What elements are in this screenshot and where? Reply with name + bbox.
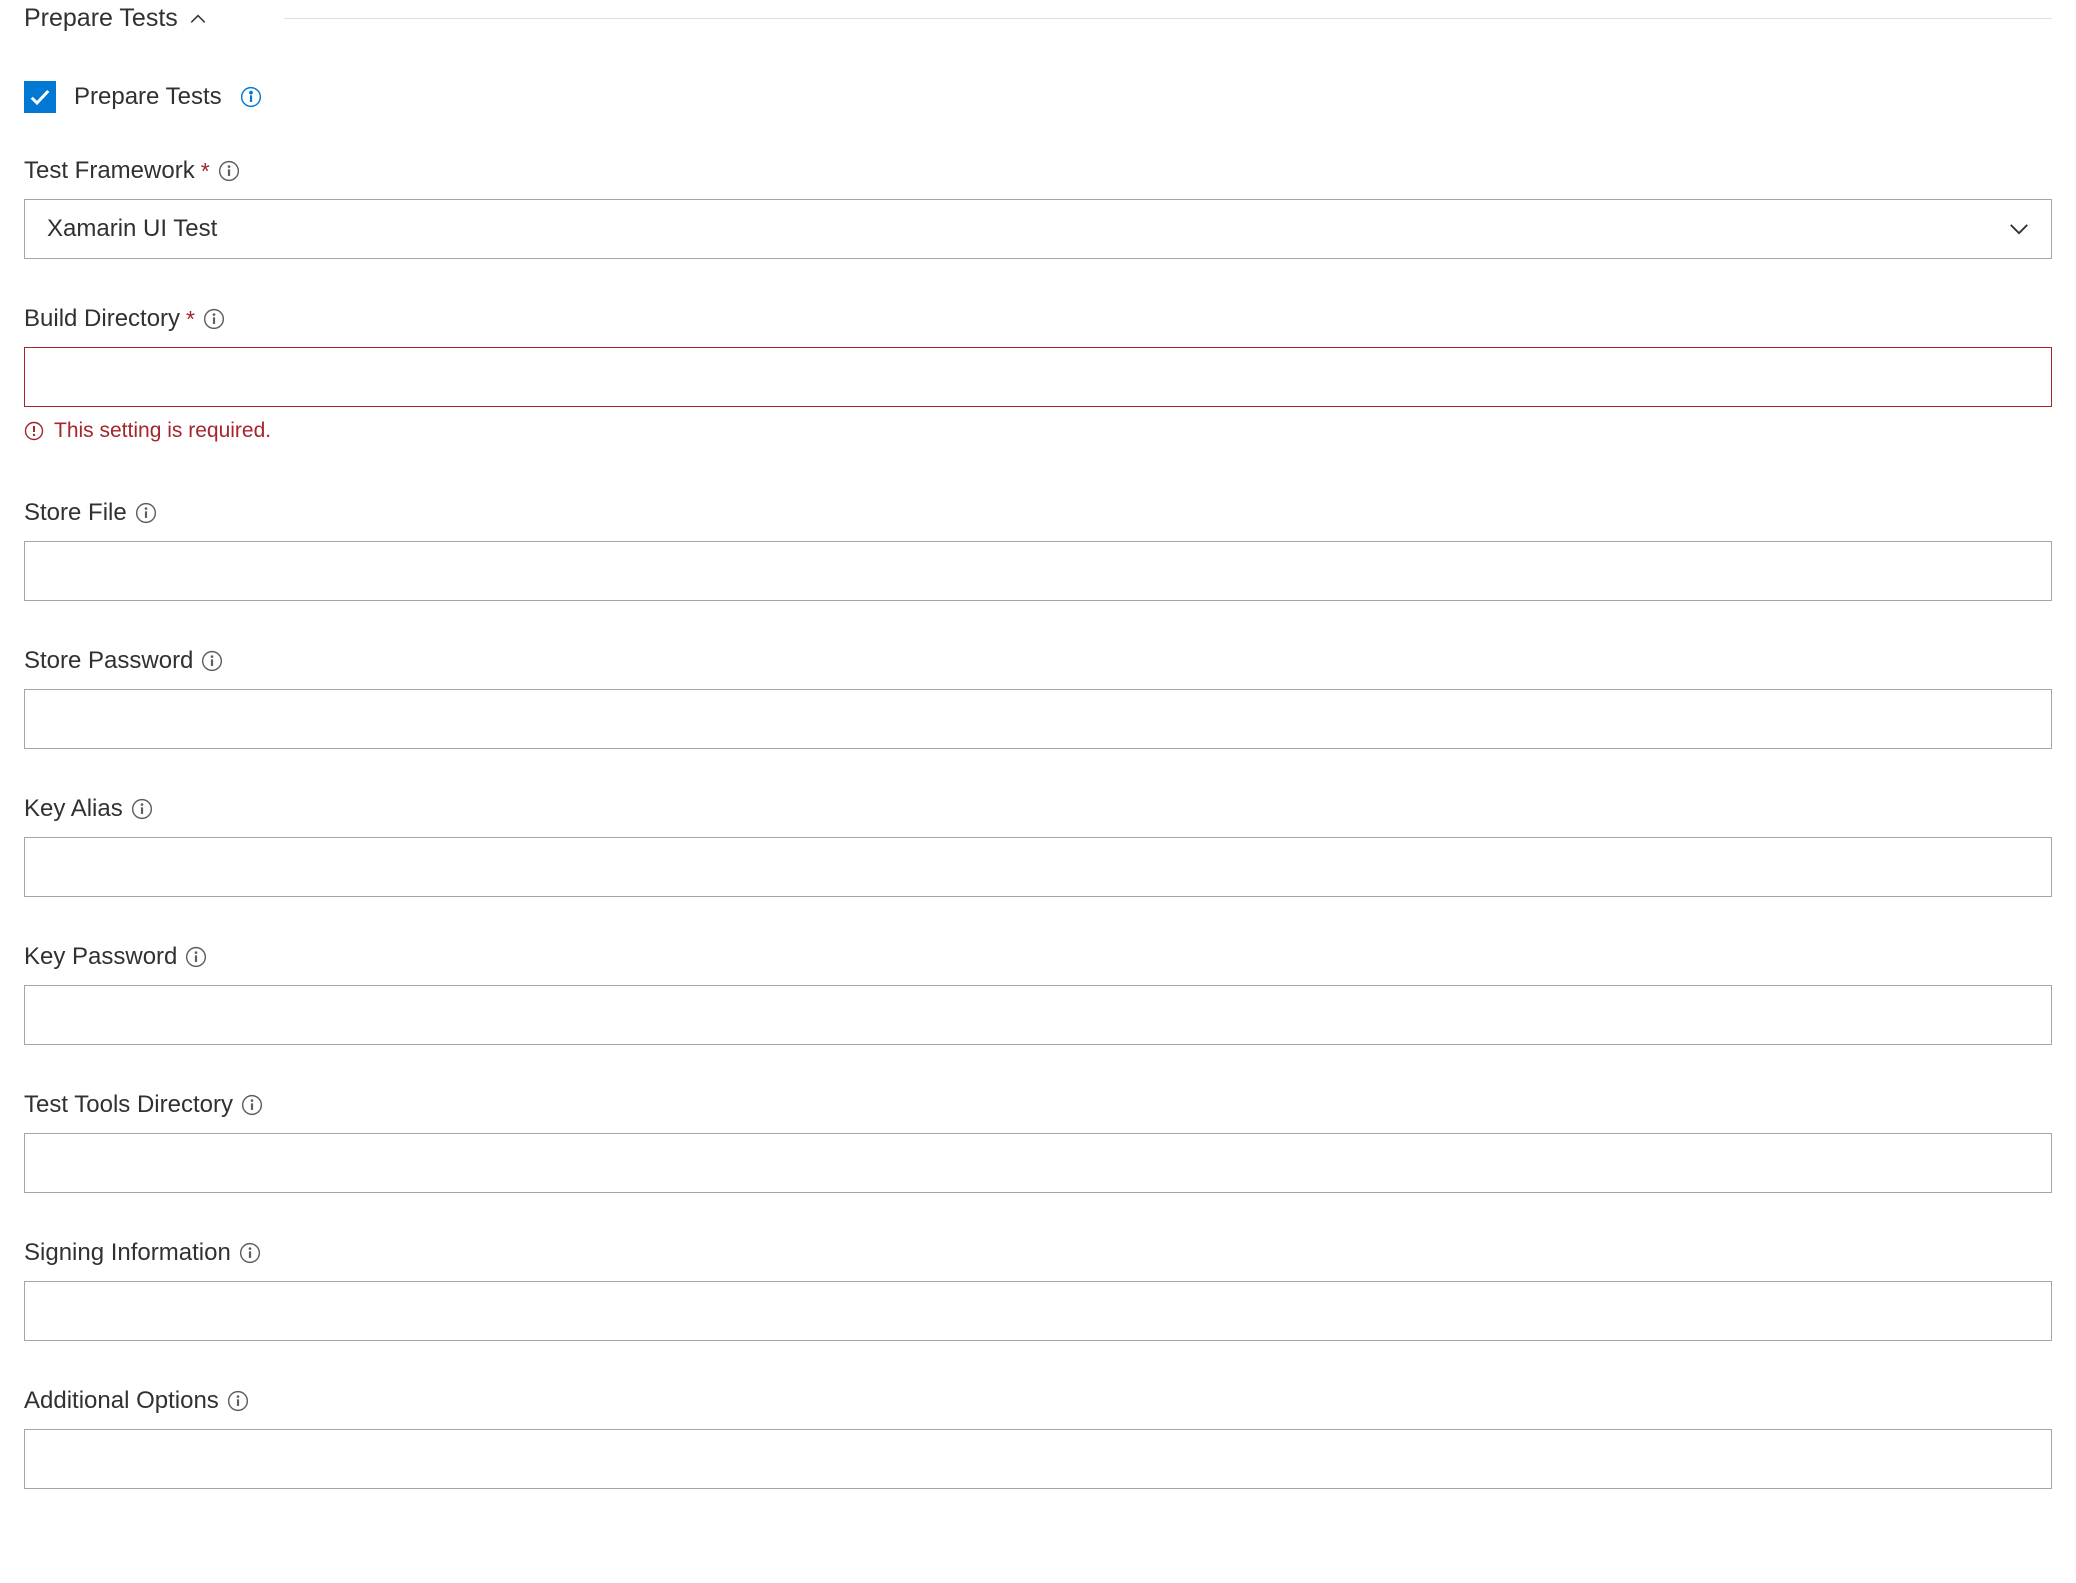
field-label-row: Test Framework * <box>24 157 2052 185</box>
key-password-input[interactable] <box>24 985 2052 1045</box>
signing-information-input[interactable] <box>24 1281 2052 1341</box>
build-directory-input[interactable] <box>24 347 2052 407</box>
required-marker: * <box>201 158 210 185</box>
info-icon[interactable] <box>227 1390 249 1412</box>
prepare-tests-checkbox[interactable] <box>24 81 56 113</box>
additional-options-label: Additional Options <box>24 1387 219 1415</box>
test-framework-label: Test Framework <box>24 157 195 185</box>
info-icon[interactable] <box>135 502 157 524</box>
test-tools-directory-input[interactable] <box>24 1133 2052 1193</box>
build-directory-field: Build Directory * This setting is requir… <box>24 305 2052 443</box>
info-icon[interactable] <box>201 650 223 672</box>
test-tools-directory-label: Test Tools Directory <box>24 1091 233 1119</box>
key-password-label: Key Password <box>24 943 177 971</box>
prepare-tests-checkbox-row: Prepare Tests <box>24 81 2052 113</box>
info-icon[interactable] <box>185 946 207 968</box>
additional-options-input[interactable] <box>24 1429 2052 1489</box>
field-label-row: Store Password <box>24 647 2052 675</box>
field-label-row: Test Tools Directory <box>24 1091 2052 1119</box>
field-label-row: Store File <box>24 499 2052 527</box>
info-icon[interactable] <box>218 160 240 182</box>
field-label-row: Key Password <box>24 943 2052 971</box>
error-text: This setting is required. <box>54 419 271 443</box>
chevron-up-icon <box>186 7 210 31</box>
store-password-input[interactable] <box>24 689 2052 749</box>
test-framework-select[interactable] <box>24 199 2052 259</box>
signing-information-field: Signing Information <box>24 1239 2052 1341</box>
field-label-row: Key Alias <box>24 795 2052 823</box>
info-icon[interactable] <box>240 86 262 108</box>
test-framework-field: Test Framework * <box>24 157 2052 259</box>
test-tools-directory-field: Test Tools Directory <box>24 1091 2052 1193</box>
key-alias-field: Key Alias <box>24 795 2052 897</box>
store-file-label: Store File <box>24 499 127 527</box>
error-row: This setting is required. <box>24 419 2052 443</box>
field-label-row: Additional Options <box>24 1387 2052 1415</box>
info-icon[interactable] <box>241 1094 263 1116</box>
store-password-label: Store Password <box>24 647 193 675</box>
field-label-row: Signing Information <box>24 1239 2052 1267</box>
field-label-row: Build Directory * <box>24 305 2052 333</box>
info-icon[interactable] <box>203 308 225 330</box>
info-icon[interactable] <box>239 1242 261 1264</box>
key-password-field: Key Password <box>24 943 2052 1045</box>
section-title: Prepare Tests <box>24 4 178 33</box>
key-alias-input[interactable] <box>24 837 2052 897</box>
key-alias-label: Key Alias <box>24 795 123 823</box>
store-file-field: Store File <box>24 499 2052 601</box>
store-password-field: Store Password <box>24 647 2052 749</box>
test-framework-select-wrapper <box>24 199 2052 259</box>
info-icon[interactable] <box>131 798 153 820</box>
additional-options-field: Additional Options <box>24 1387 2052 1489</box>
prepare-tests-label: Prepare Tests <box>74 83 222 111</box>
section-header[interactable]: Prepare Tests <box>24 0 2052 47</box>
signing-information-label: Signing Information <box>24 1239 231 1267</box>
store-file-input[interactable] <box>24 541 2052 601</box>
required-marker: * <box>186 306 195 333</box>
error-icon <box>24 421 44 441</box>
build-directory-label: Build Directory <box>24 305 180 333</box>
